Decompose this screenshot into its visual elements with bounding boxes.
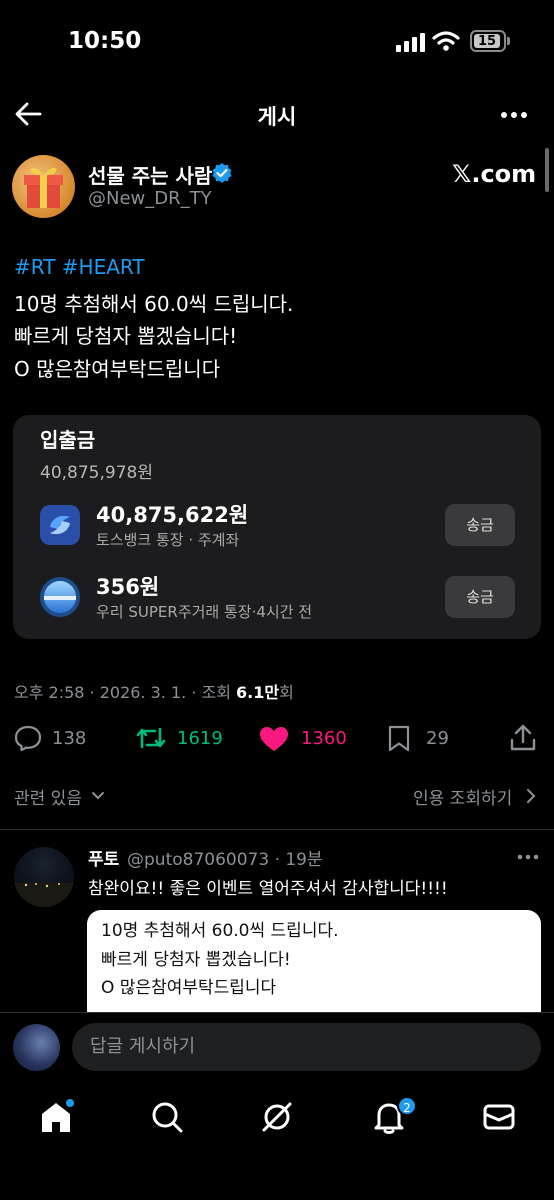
chevron-right-icon: [527, 789, 536, 803]
like-heart-icon[interactable]: [259, 726, 289, 752]
reply-more-icon[interactable]: [517, 854, 539, 860]
reply-icon[interactable]: [14, 725, 42, 752]
chevron-down-icon: [92, 792, 104, 800]
search-icon[interactable]: [147, 1097, 187, 1137]
gift-box-icon: [24, 167, 63, 208]
brand-link[interactable]: 𝕏.com: [452, 160, 536, 188]
verified-badge-icon: [212, 163, 232, 183]
bookmark-icon[interactable]: [388, 725, 410, 752]
share-icon[interactable]: [510, 724, 536, 752]
reply-avatar[interactable]: [14, 847, 74, 907]
post-line: 10명 추첨해서 60.0씩 드립니다.: [14, 292, 294, 316]
account-description: 토스뱅크 통장 · 주계좌: [96, 531, 240, 549]
related-filter-label: 관련 있음: [14, 789, 82, 809]
battery-icon: 15: [470, 30, 506, 52]
current-user-avatar[interactable]: [13, 1024, 60, 1071]
status-time: 10:50: [68, 28, 142, 54]
send-money-button[interactable]: 송금: [445, 504, 515, 546]
messages-icon[interactable]: [479, 1097, 519, 1137]
view-quotes-link[interactable]: 인용 조회하기: [413, 784, 512, 809]
reply-image-text: 빠르게 당첨자 뽑겠습니다!: [101, 950, 291, 970]
reply-author-name[interactable]: 푸토: [88, 845, 119, 870]
reply-handle-time[interactable]: @puto87060073 · 19분: [127, 845, 323, 870]
battery-level: 15: [474, 34, 500, 49]
author-handle[interactable]: @New_DR_TY: [88, 188, 212, 209]
scrollbar[interactable]: [545, 148, 549, 192]
cellular-signal-icon: [396, 33, 425, 52]
grok-icon[interactable]: [257, 1097, 297, 1137]
view-count: 6.1만: [236, 683, 280, 702]
reply-text: 참완이요!! 좋은 이벤트 열어주셔서 감사합니다!!!!: [88, 879, 448, 899]
send-money-button[interactable]: 송금: [445, 576, 515, 618]
account-amount: 40,875,622원: [96, 503, 249, 527]
home-icon[interactable]: [36, 1097, 76, 1137]
toss-bank-icon: [40, 505, 80, 545]
post-line: O 많은참여부탁드립니다: [14, 357, 221, 381]
card-title: 입출금: [40, 428, 96, 452]
reply-input[interactable]: 답글 게시하기: [72, 1023, 541, 1071]
bookmark-count: 29: [426, 728, 449, 749]
post-hashtags[interactable]: #RT #HEART: [14, 255, 145, 279]
page-title: 게시: [257, 105, 297, 129]
related-filter-dropdown[interactable]: 관련 있음: [14, 784, 82, 809]
author-display-name[interactable]: 선물 주는 사람: [88, 160, 212, 189]
notification-badge: 2: [397, 1096, 417, 1116]
post-timestamp-views: 오후 2:58 · 2026. 3. 1. · 조회 6.1만회: [14, 679, 294, 703]
divider: [0, 829, 554, 830]
post-timestamp: 오후 2:58 · 2026. 3. 1. · 조회: [14, 683, 237, 702]
author-avatar[interactable]: [12, 155, 75, 218]
repost-icon[interactable]: [135, 726, 167, 750]
reply-count: 138: [52, 728, 87, 749]
wifi-icon: [432, 31, 460, 51]
account-amount: 356원: [96, 575, 160, 599]
more-options-icon[interactable]: [500, 111, 528, 119]
woori-bank-icon: [40, 577, 80, 617]
repost-count: 1619: [177, 728, 223, 749]
reply-image-text: O 많은참여부탁드립니다: [101, 978, 277, 998]
reply-image-text: 10명 추첨해서 60.0씩 드립니다.: [101, 921, 339, 941]
card-total: 40,875,978원: [40, 463, 153, 483]
like-count: 1360: [301, 728, 347, 749]
battery-nub: [507, 37, 510, 45]
account-description: 우리 SUPER주거래 통장·4시간 전: [96, 603, 313, 621]
view-suffix: 회: [279, 683, 294, 702]
post-line: 빠르게 당첨자 뽑겠습니다!: [14, 324, 238, 348]
